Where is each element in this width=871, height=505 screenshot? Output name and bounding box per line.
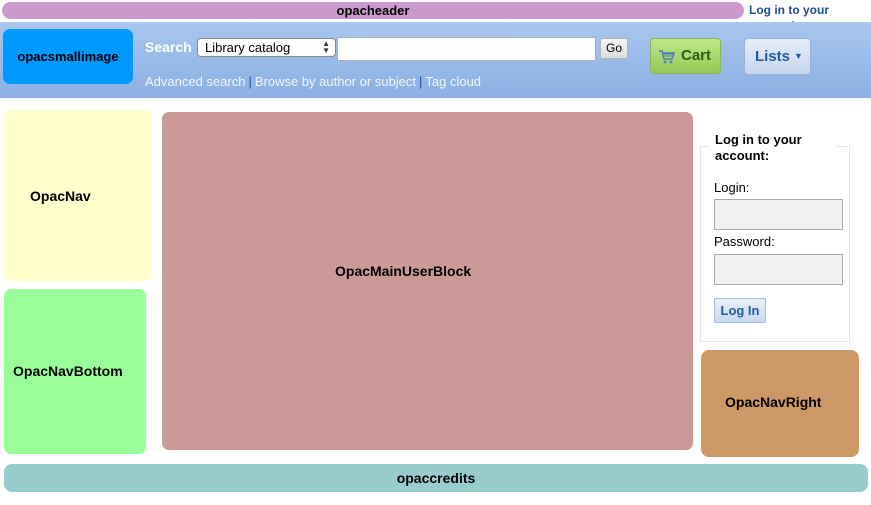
- caret-down-icon: ▼: [794, 51, 803, 61]
- advanced-search-link[interactable]: Advanced search: [145, 74, 245, 89]
- search-input[interactable]: [337, 37, 596, 61]
- login-form-title: Log in to your account:: [709, 130, 837, 166]
- opac-credits: opaccredits: [4, 464, 868, 492]
- search-links: Advanced search | Browse by author or subj…: [145, 74, 481, 89]
- lists-label: Lists: [755, 48, 791, 65]
- search-label: Search: [145, 39, 192, 55]
- browse-link[interactable]: Browse by author or subject: [255, 74, 416, 89]
- password-field[interactable]: [714, 254, 843, 285]
- opac-main-user-block-label: OpacMainUserBlock: [335, 263, 472, 279]
- link-separator: |: [248, 74, 252, 89]
- search-scope-select[interactable]: Library catalog ▲ ▼: [197, 38, 336, 57]
- masthead: opacsmallimage Search Library catalog ▲ ▼…: [0, 22, 871, 98]
- opac-main-user-block: OpacMainUserBlock: [162, 112, 693, 450]
- opac-header: opacheader: [2, 2, 744, 19]
- login-form: Log in to your account: Login: Password:…: [700, 130, 850, 342]
- log-in-button[interactable]: Log In: [714, 298, 766, 323]
- lists-button[interactable]: Lists ▼: [744, 38, 811, 75]
- opac-nav-right: OpacNavRight: [701, 350, 859, 457]
- cart-icon: [659, 50, 675, 64]
- link-separator: |: [418, 74, 423, 89]
- opac-nav-bottom: OpacNavBottom: [4, 289, 146, 454]
- go-button[interactable]: Go: [600, 38, 628, 59]
- cart-label: Cart: [681, 47, 712, 64]
- select-arrows-icon: ▲ ▼: [322, 39, 330, 55]
- opac-small-image[interactable]: opacsmallimage: [3, 29, 133, 84]
- login-label: Login:: [714, 180, 750, 195]
- search-scope-value: Library catalog: [205, 40, 291, 55]
- opac-nav-label: OpacNav: [30, 188, 91, 204]
- password-label: Password:: [714, 234, 775, 249]
- tag-cloud-link[interactable]: Tag cloud: [425, 74, 481, 89]
- opac-nav-bottom-label: OpacNavBottom: [13, 363, 123, 379]
- opac-nav: OpacNav: [4, 110, 152, 281]
- opac-nav-right-label: OpacNavRight: [725, 394, 822, 410]
- login-field[interactable]: [714, 199, 843, 230]
- cart-button[interactable]: Cart: [650, 38, 721, 74]
